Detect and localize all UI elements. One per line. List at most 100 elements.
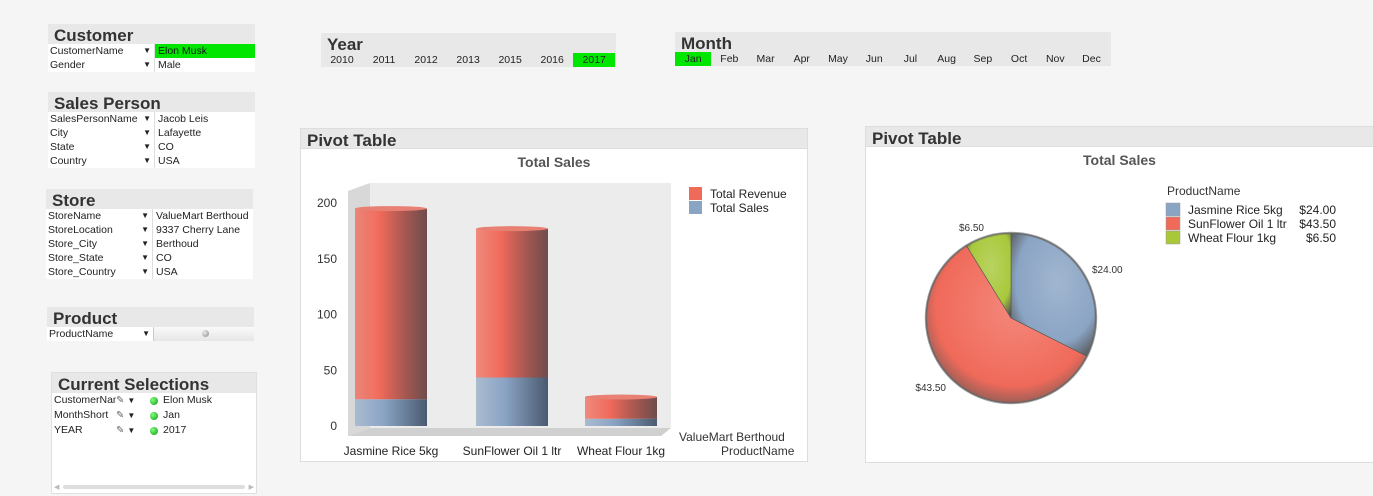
month-item-dec[interactable]: Dec [1073,52,1109,66]
field-country[interactable]: Country ▼ USA [48,154,255,168]
dropdown-arrow-icon[interactable]: ▼ [143,44,151,58]
field-value[interactable]: Berthoud [153,237,253,251]
field-customername[interactable]: CustomerName ▼ Elon Musk [48,44,255,58]
clear-selection-icon[interactable]: ✎ [116,423,124,438]
field-value[interactable]: Jacob Leis [155,112,255,126]
dropdown-arrow-icon[interactable]: ▼ [143,154,151,168]
month-items: Jan Feb Mar Apr May Jun Jul Aug Sep Oct Nov Dec [675,52,1111,66]
field-value[interactable]: USA [153,265,253,279]
field-value[interactable]: Elon Musk [155,44,255,58]
field-label: ProductName [49,328,114,340]
field-value[interactable]: ValueMart Berthoud [153,209,253,223]
month-item-jan[interactable]: Jan [675,52,712,66]
bar-top-cap [476,226,548,232]
field-value[interactable]: USA [155,154,255,168]
year-item-2011[interactable]: 2011 [363,53,405,67]
month-item-oct[interactable]: Oct [1001,52,1037,66]
dropdown-arrow-icon[interactable]: ▼ [141,237,149,251]
month-listbox: Month Jan Feb Mar Apr May Jun Jul Aug Sep Oct Nov D… [675,32,1111,66]
field-store-state[interactable]: Store_State ▼ CO [46,251,253,265]
x-tick-label: Jasmine Rice 5kg [344,444,439,458]
dropdown-arrow-icon[interactable]: ▼ [141,265,149,279]
field-label: StoreName [48,210,102,222]
month-item-mar[interactable]: Mar [747,52,783,66]
dropdown-arrow-icon[interactable]: ▼ [143,140,151,154]
year-listbox: Year 2010 2011 2012 2013 2015 2016 2017 [321,33,616,67]
side-label: ValueMart Berthoud [679,430,785,444]
field-label: City [50,127,69,139]
bar-segment-total-sales [476,377,548,426]
status-dot-icon [150,426,158,435]
selection-value: Elon Musk [163,394,213,406]
legend-label: Total Sales [710,201,769,215]
pivot-table-pie-chart: Pivot Table Total Sales $24.00 $43.50 $6.5… [865,126,1373,463]
month-item-nov[interactable]: Nov [1037,52,1073,66]
field-storename[interactable]: StoreName ▼ ValueMart Berthoud [46,209,253,223]
year-item-2016[interactable]: 2016 [531,53,573,67]
field-storelocation[interactable]: StoreLocation ▼ 9337 Cherry Lane [46,223,253,237]
field-value[interactable]: CO [155,140,255,154]
selection-field: CustomerName [54,394,116,406]
customer-listbox: Customer CustomerName ▼ Elon Musk Gender ▼… [48,24,255,72]
selection-row: MonthShort ✎ ▼ Jan [52,408,256,423]
year-item-2010[interactable]: 2010 [321,53,363,67]
field-store-country[interactable]: Store_Country ▼ USA [46,265,253,279]
plot-floor [348,428,671,436]
scroll-left-icon[interactable]: ◀ [54,483,59,491]
bar-segment-total-sales [585,418,657,426]
scrollbar-thumb[interactable] [63,485,245,489]
y-tick-label: 150 [317,252,337,266]
dropdown-arrow-icon[interactable]: ▼ [143,58,151,72]
dropdown-arrow-icon[interactable]: ▼ [142,327,150,341]
legend-value: $24.00 [1299,203,1336,217]
legend-value: $43.50 [1299,217,1336,231]
month-item-aug[interactable]: Aug [929,52,965,66]
current-selections-box: Current Selections CustomerName ✎▼ Elon … [51,372,257,494]
dropdown-arrow-icon[interactable]: ▼ [127,423,135,438]
year-item-2015[interactable]: 2015 [489,53,531,67]
field-store-city[interactable]: Store_City ▼ Berthoud [46,237,253,251]
product-title: Product [47,307,254,328]
field-value[interactable]: CO [153,251,253,265]
field-label: Store_State [48,252,104,264]
dropdown-arrow-icon[interactable]: ▼ [141,251,149,265]
scroll-right-icon[interactable]: ▶ [249,483,254,491]
dropdown-arrow-icon[interactable]: ▼ [141,223,149,237]
month-item-feb[interactable]: Feb [711,52,747,66]
month-item-jul[interactable]: Jul [892,52,928,66]
y-tick-label: 0 [330,419,337,433]
bar-segment-total-sales [355,399,427,426]
month-item-jun[interactable]: Jun [856,52,892,66]
year-item-2013[interactable]: 2013 [447,53,489,67]
status-dot-icon [150,396,158,405]
x-tick-label: SunFlower Oil 1 ltr [463,444,562,458]
field-gender[interactable]: Gender ▼ Male [48,58,255,72]
field-label: StoreLocation [48,224,113,236]
field-value[interactable]: Lafayette [155,126,255,140]
field-state[interactable]: State ▼ CO [48,140,255,154]
field-value[interactable]: 9337 Cherry Lane [153,223,253,237]
bar-segment-total-revenue [585,397,657,419]
selection-value: 2017 [163,424,187,436]
dropdown-arrow-icon[interactable]: ▼ [127,408,135,423]
clear-selection-icon[interactable]: ✎ [116,393,124,408]
dropdown-arrow-icon[interactable]: ▼ [143,112,151,126]
field-city[interactable]: City ▼ Lafayette [48,126,255,140]
dropdown-arrow-icon[interactable]: ▼ [141,209,149,223]
dropdown-arrow-icon[interactable]: ▼ [127,393,135,408]
field-value[interactable] [154,327,254,341]
clear-selection-icon[interactable]: ✎ [116,408,124,423]
field-value[interactable]: Male [155,58,255,72]
field-productname[interactable]: ProductName ▼ [47,327,254,341]
dropdown-arrow-icon[interactable]: ▼ [143,126,151,140]
year-item-2012[interactable]: 2012 [405,53,447,67]
horizontal-scrollbar[interactable]: ◀ ▶ [54,483,254,491]
month-item-apr[interactable]: Apr [784,52,820,66]
month-item-may[interactable]: May [820,52,856,66]
month-item-sep[interactable]: Sep [965,52,1001,66]
field-label: Country [50,155,87,167]
year-item-2017[interactable]: 2017 [573,53,616,67]
store-title: Store [46,189,253,210]
selection-field: YEAR [54,424,83,436]
field-salespersonname[interactable]: SalesPersonName ▼ Jacob Leis [48,112,255,126]
